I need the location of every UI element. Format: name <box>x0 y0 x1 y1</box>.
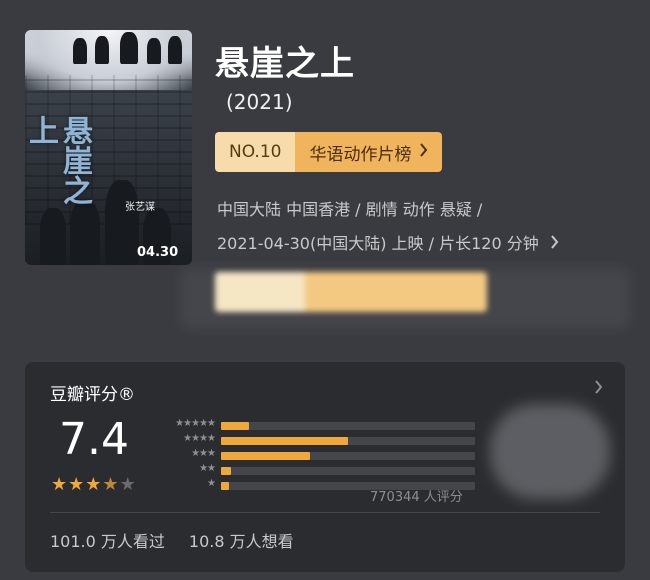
rating-card-title: 豆瓣评分® <box>50 385 135 405</box>
divider <box>50 512 600 513</box>
rating-distribution: ★★★★★ ★★★★ ★★★ ★★ ★ <box>155 418 475 495</box>
poster-director: 张艺谋 <box>125 202 155 213</box>
distribution-track <box>221 422 475 430</box>
distribution-row: ★★★★★ <box>155 418 475 432</box>
distribution-track <box>221 467 475 475</box>
poster-date: 04.30 <box>137 245 179 260</box>
movie-meta-release-text: 2021-04-30(中国大陆) 上映 / 片长120 分钟 <box>217 234 539 253</box>
distribution-row: ★★★★ <box>155 433 475 447</box>
poster-figure <box>147 38 161 64</box>
movie-meta-regions-genres: 中国大陆 中国香港 / 剧情 动作 悬疑 / <box>217 200 483 219</box>
rank-badge[interactable]: NO.10 华语动作片榜 <box>215 132 443 172</box>
star-icon: ★ <box>85 474 103 495</box>
distribution-stars-label: ★★★★★ <box>175 418 216 429</box>
watched-count: 101.0 万人看过 <box>50 532 165 551</box>
distribution-stars-label: ★ <box>207 478 216 489</box>
distribution-track <box>221 452 475 460</box>
movie-year: (2021) <box>226 90 293 114</box>
rating-votes: 770344 人评分 <box>370 490 463 505</box>
chevron-right-icon <box>419 142 428 162</box>
distribution-row: ★★★ <box>155 448 475 462</box>
rank-list-link[interactable]: 华语动作片榜 <box>295 132 443 172</box>
star-icon: ★ <box>68 474 86 495</box>
distribution-bar <box>221 452 310 460</box>
blurred-badge <box>215 272 487 312</box>
poster-figure <box>120 32 138 64</box>
poster-figure <box>168 36 182 64</box>
distribution-stars-label: ★★★ <box>191 448 216 459</box>
star-icon: ★ <box>51 474 69 495</box>
chevron-right-icon <box>550 234 559 253</box>
distribution-bar <box>221 437 348 445</box>
distribution-track <box>221 437 475 445</box>
distribution-bar <box>221 422 249 430</box>
rank-number: NO.10 <box>215 132 296 172</box>
movie-title: 悬崖之上 <box>215 44 355 84</box>
distribution-row: ★★ <box>155 463 475 477</box>
star-icon: ★ <box>102 474 120 495</box>
distribution-bar <box>221 467 232 475</box>
poster-figure <box>73 38 87 64</box>
movie-meta-release[interactable]: 2021-04-30(中国大陆) 上映 / 片长120 分钟 <box>217 230 559 254</box>
want-count: 10.8 万人想看 <box>188 532 294 551</box>
movie-poster[interactable]: 悬崖之上 张艺谋 04.30 <box>25 30 192 265</box>
poster-title-art: 悬崖之上 <box>25 115 92 205</box>
distribution-bar <box>221 482 229 490</box>
rank-list-label: 华语动作片榜 <box>309 144 412 165</box>
blurred-region <box>490 404 610 499</box>
distribution-stars-label: ★★ <box>199 463 216 474</box>
watch-stats: 101.0 万人看过 10.8 万人想看 <box>50 528 294 552</box>
rating-card[interactable]: 豆瓣评分® 7.4 ★★★★★ ★★★★★ ★★★★ ★★★ ★★ ★ 770344 人… <box>25 362 625 572</box>
poster-figure <box>95 36 109 64</box>
star-icon: ★ <box>119 474 137 495</box>
rating-stars: ★★★★★ <box>51 474 137 495</box>
rating-score: 7.4 <box>59 414 129 465</box>
chevron-right-icon[interactable] <box>594 378 603 399</box>
distribution-stars-label: ★★★★ <box>183 433 216 444</box>
poster-figure <box>105 180 139 265</box>
